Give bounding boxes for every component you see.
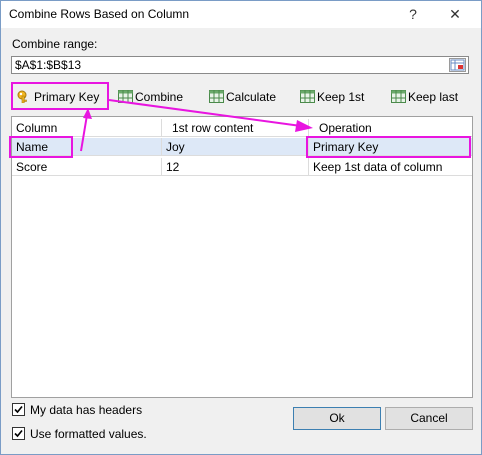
- arrow-right-line: [108, 99, 302, 127]
- arrow-up-head: [83, 108, 92, 119]
- arrow-up-line: [80, 114, 88, 152]
- arrow-right-head: [295, 120, 313, 132]
- annotation-arrows: [80, 99, 313, 152]
- combine-rows-dialog: Combine Rows Based on Column ? ✕ Combine…: [0, 0, 482, 455]
